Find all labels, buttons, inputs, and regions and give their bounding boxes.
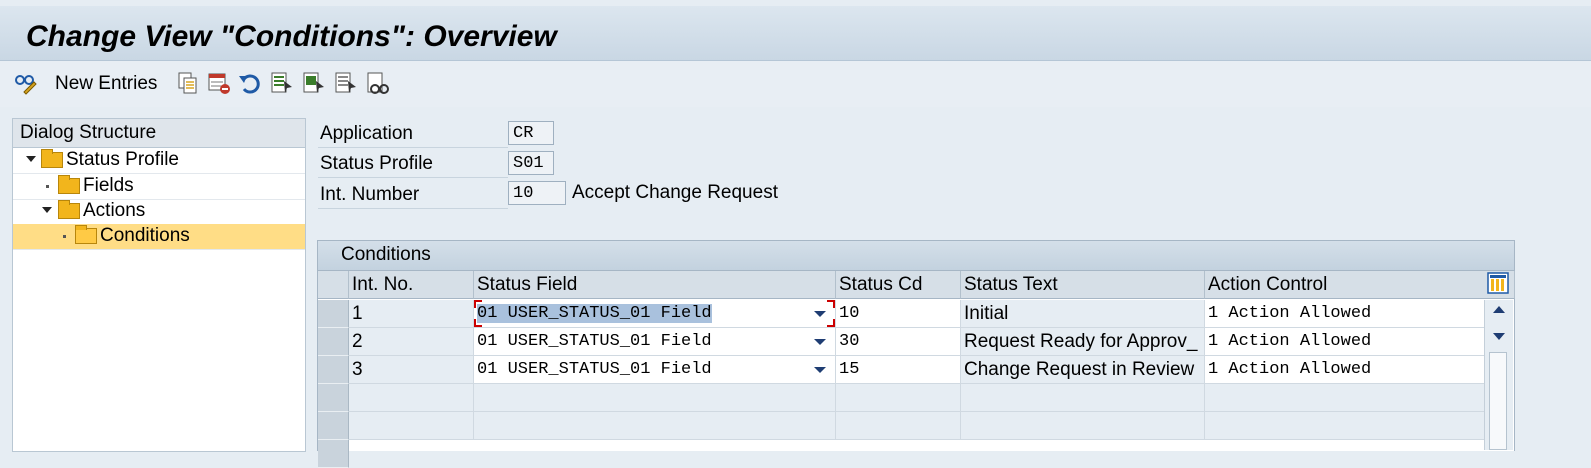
select-all-rows-button[interactable] xyxy=(318,271,349,299)
status-field-dropdown[interactable]: 01 USER_STATUS_01 Field xyxy=(474,356,836,384)
dropdown-arrow-icon[interactable] xyxy=(814,311,826,317)
empty-cell xyxy=(349,412,474,440)
action-control-input[interactable]: 1 Action Allowed xyxy=(1205,328,1485,356)
tree-item-label: Conditions xyxy=(100,225,190,246)
find-icon[interactable] xyxy=(366,71,390,95)
conditions-table: Conditions Int. No. Status Field Status … xyxy=(317,240,1515,468)
row-selector[interactable] xyxy=(318,328,349,356)
copy-icon[interactable] xyxy=(176,71,200,95)
row-selector[interactable] xyxy=(318,384,349,412)
empty-cell xyxy=(349,384,474,412)
new-entries-button[interactable]: New Entries xyxy=(55,73,157,95)
vertical-scrollbar[interactable] xyxy=(1484,300,1513,450)
column-settings-icon[interactable] xyxy=(1487,272,1509,294)
folder-icon xyxy=(58,175,80,194)
delete-icon[interactable] xyxy=(207,71,231,95)
tree-item-label: Fields xyxy=(83,175,134,196)
action-control-input[interactable]: 1 Action Allowed xyxy=(1205,356,1485,384)
table-cell-status-text: Initial xyxy=(961,300,1205,328)
deselect-all-icon[interactable] xyxy=(334,71,358,95)
open-folder-icon xyxy=(75,225,97,244)
int-number-field: 10 xyxy=(508,181,566,205)
expand-triangle-icon[interactable] xyxy=(26,156,36,162)
application-toolbar: New Entries xyxy=(0,61,1591,107)
leaf-bullet-icon xyxy=(63,235,66,238)
column-header-int-no[interactable]: Int. No. xyxy=(349,271,474,299)
column-header-status-cd[interactable]: Status Cd xyxy=(836,271,961,299)
tree-item-label: Actions xyxy=(83,200,146,221)
focus-corner xyxy=(827,300,835,308)
expand-triangle-icon[interactable] xyxy=(42,207,52,213)
status-profile-field: S01 xyxy=(508,151,554,175)
table-title-bar: Conditions xyxy=(318,241,1514,271)
page-title: Change View "Conditions": Overview xyxy=(26,20,557,53)
select-all-icon[interactable] xyxy=(270,71,294,95)
empty-cell xyxy=(474,412,836,440)
application-label: Application xyxy=(318,121,508,148)
focus-corner xyxy=(474,300,482,308)
focus-corner xyxy=(474,319,482,327)
status-field-dropdown[interactable]: 01 USER_STATUS_01 Field xyxy=(474,300,836,328)
application-field: CR xyxy=(508,121,554,145)
row-selector[interactable] xyxy=(318,412,349,440)
tree-item-conditions[interactable]: Conditions xyxy=(13,224,305,250)
dialog-structure-title: Dialog Structure xyxy=(20,122,157,143)
undo-icon[interactable] xyxy=(238,71,262,95)
folder-icon xyxy=(58,200,80,219)
int-number-description: Accept Change Request xyxy=(572,182,778,203)
empty-cell xyxy=(961,412,1205,440)
empty-cell xyxy=(474,384,836,412)
column-header-status-text[interactable]: Status Text xyxy=(961,271,1205,299)
int-number-label: Int. Number xyxy=(318,182,508,209)
dialog-structure-header: Dialog Structure xyxy=(13,119,305,148)
row-selector[interactable] xyxy=(318,300,349,328)
status-profile-label: Status Profile xyxy=(318,151,508,178)
status-cd-input[interactable]: 15 xyxy=(836,356,961,384)
tree-item-label: Status Profile xyxy=(66,149,179,170)
column-header-action-control[interactable]: Action Control xyxy=(1205,271,1515,299)
title-bar: Change View "Conditions": Overview xyxy=(0,6,1591,61)
dropdown-arrow-icon[interactable] xyxy=(814,367,826,373)
empty-cell xyxy=(836,384,961,412)
folder-icon xyxy=(41,149,63,168)
row-selector[interactable] xyxy=(318,440,349,468)
scroll-up-icon[interactable] xyxy=(1493,306,1505,313)
table-cell-status-text: Request Ready for Approv_ xyxy=(961,328,1205,356)
table-cell-int-no: 2 xyxy=(349,328,474,356)
dialog-structure-panel: Dialog Structure Status Profile Fields A… xyxy=(12,118,306,452)
empty-cell xyxy=(961,384,1205,412)
empty-cell xyxy=(1205,412,1485,440)
tree-item-actions[interactable]: Actions xyxy=(13,199,305,225)
scrollbar-thumb[interactable] xyxy=(1489,352,1507,450)
table-cell-status-text: Change Request in Review xyxy=(961,356,1205,384)
status-field-dropdown[interactable]: 01 USER_STATUS_01 Field xyxy=(474,328,836,356)
status-cd-input[interactable]: 30 xyxy=(836,328,961,356)
table-cell-int-no: 3 xyxy=(349,356,474,384)
tree-item-fields[interactable]: Fields xyxy=(13,174,305,200)
focus-corner xyxy=(827,319,835,327)
dropdown-arrow-icon[interactable] xyxy=(814,339,826,345)
leaf-bullet-icon xyxy=(46,185,49,188)
empty-cell xyxy=(836,412,961,440)
table-cell-int-no: 1 xyxy=(349,300,474,328)
table-title: Conditions xyxy=(341,244,431,265)
action-control-input[interactable]: 1 Action Allowed xyxy=(1205,300,1485,328)
empty-cell xyxy=(1205,384,1485,412)
change-display-icon[interactable] xyxy=(14,71,38,95)
row-selector[interactable] xyxy=(318,356,349,384)
select-block-icon[interactable] xyxy=(302,71,326,95)
tree-item-status-profile[interactable]: Status Profile xyxy=(13,148,305,174)
scroll-down-icon[interactable] xyxy=(1493,333,1505,340)
status-cd-input[interactable]: 10 xyxy=(836,300,961,328)
column-header-status-field[interactable]: Status Field xyxy=(474,271,836,299)
